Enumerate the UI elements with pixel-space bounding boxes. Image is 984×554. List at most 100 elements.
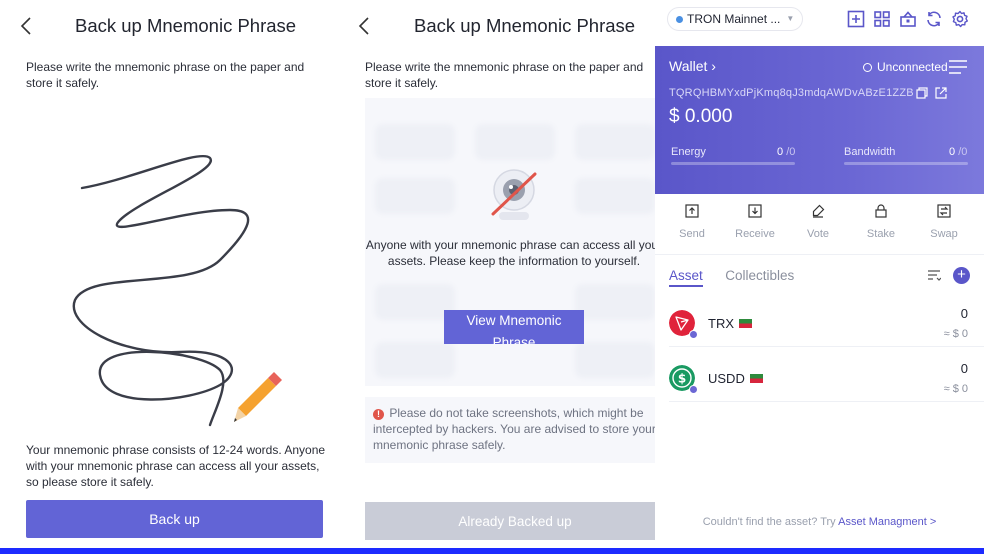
header: Back up Mnemonic Phrase	[344, 0, 655, 50]
send-icon	[685, 204, 699, 218]
swap-action[interactable]: Swap	[914, 204, 974, 242]
handwriting-pencil-illustration	[72, 154, 282, 427]
mnemonic-note: Your mnemonic phrase consists of 12-24 w…	[26, 443, 326, 489]
tab-collectibles[interactable]: Collectibles	[725, 268, 794, 283]
sort-filter-icon[interactable]	[927, 268, 941, 282]
chevron-left-icon	[358, 17, 369, 35]
stake-action[interactable]: Stake	[851, 204, 911, 242]
top-bar: TRON Mainnet ... ▼	[655, 0, 984, 46]
disconnected-icon	[863, 62, 872, 72]
total-balance: $ 0.000	[669, 106, 733, 127]
energy-bar	[671, 162, 795, 165]
bandwidth-label: Bandwidth	[844, 146, 896, 158]
footer-text: Couldn't find the asset? Try	[702, 516, 836, 528]
apps-grid-icon[interactable]	[873, 10, 891, 28]
add-square-icon[interactable]	[847, 10, 865, 28]
asset-row-usdd[interactable]: $ USDD 0 ≈ $ 0	[655, 359, 984, 413]
page-title: Back up Mnemonic Phrase	[75, 15, 297, 36]
back-up-button[interactable]: Back up	[26, 500, 323, 538]
swap-label: Swap	[930, 228, 958, 240]
external-link-icon[interactable]	[935, 87, 947, 99]
network-status-dot	[676, 15, 683, 23]
backup-intro-panel: Back up Mnemonic Phrase Please write the…	[0, 0, 344, 548]
flag-icon	[749, 374, 763, 383]
lock-icon[interactable]	[899, 10, 917, 28]
hidden-word	[575, 342, 655, 378]
wallet-card: Wallet › Unconnected TQRQHBMYxdPjKmq8qJ3…	[655, 46, 984, 194]
screenshot-notice: ! Please do not take screenshots, which …	[365, 397, 655, 463]
intro-text: Please write the mnemonic phrase on the …	[365, 60, 644, 90]
hidden-word	[575, 178, 655, 214]
bandwidth-bar	[844, 162, 968, 165]
hidden-word	[375, 124, 455, 160]
asset-tabs: Asset Collectibles	[669, 267, 812, 287]
divider	[669, 346, 984, 347]
verified-badge-icon	[689, 385, 698, 394]
asset-help-footer: Couldn't find the asset? Try Asset Manag…	[655, 516, 984, 528]
wallet-label: Wallet	[669, 58, 708, 74]
asset-amount: 0	[960, 361, 968, 376]
view-mnemonic-button[interactable]: View Mnemonic Phrase	[444, 310, 584, 344]
back-button[interactable]	[354, 15, 376, 37]
tab-asset[interactable]: Asset	[669, 268, 703, 287]
chevron-left-icon	[20, 17, 31, 35]
hidden-word	[575, 284, 655, 320]
energy-value: 0 /0	[777, 146, 796, 158]
caret-down-icon: ▼	[786, 14, 795, 23]
receive-label: Receive	[735, 228, 775, 240]
svg-text:$: $	[678, 372, 686, 386]
send-label: Send	[679, 228, 705, 240]
bottom-border	[0, 548, 984, 554]
quick-actions: Send Receive Vote Stake Swap	[655, 204, 984, 248]
hidden-word	[375, 342, 455, 378]
header: Back up Mnemonic Phrase	[0, 0, 344, 50]
divider	[669, 401, 984, 402]
swap-icon	[937, 204, 951, 218]
stake-label: Stake	[866, 228, 896, 240]
hidden-word	[575, 124, 655, 160]
asset-management-link[interactable]: Asset Managment >	[838, 516, 936, 528]
notice-text: Please do not take screenshots, which mi…	[373, 406, 655, 452]
bandwidth-value: 0 /0	[949, 146, 968, 158]
hidden-word	[375, 284, 455, 320]
vote-icon	[812, 204, 825, 218]
refresh-icon[interactable]	[925, 10, 943, 28]
asset-amount: 0	[960, 306, 968, 321]
divider	[655, 254, 984, 255]
send-action[interactable]: Send	[662, 204, 722, 242]
add-asset-icon[interactable]: +	[953, 267, 970, 284]
receive-icon	[748, 204, 762, 218]
wallet-home-panel: TRON Mainnet ... ▼ Wallet › Unconnected …	[655, 0, 984, 548]
asset-fiat-value: ≈ $ 0	[943, 383, 968, 395]
energy-label: Energy	[671, 146, 706, 158]
asset-fiat-value: ≈ $ 0	[943, 328, 968, 340]
asset-row-trx[interactable]: TRX 0 ≈ $ 0	[655, 304, 984, 358]
receive-action[interactable]: Receive	[725, 204, 785, 242]
hidden-word	[375, 178, 455, 214]
pencil-icon	[234, 372, 282, 422]
wallet-address: TQRQHBMYxdPjKmq8qJ3mdqAWDvABzE1ZZB	[669, 87, 914, 99]
network-selector[interactable]: TRON Mainnet ... ▼	[667, 7, 804, 31]
no-camera-icon	[491, 169, 537, 220]
hidden-word	[475, 124, 555, 160]
already-backed-up-button[interactable]: Already Backed up	[365, 502, 655, 540]
flag-icon	[739, 319, 752, 328]
network-name: TRON Mainnet ...	[687, 12, 781, 26]
settings-gear-icon[interactable]	[951, 10, 969, 28]
status-text: Unconnected	[877, 60, 948, 74]
menu-icon[interactable]	[949, 60, 967, 74]
verified-badge-icon	[689, 330, 698, 339]
page-title: Back up Mnemonic Phrase	[414, 15, 636, 36]
asset-symbol: TRX	[708, 316, 752, 331]
chevron-right-icon: ›	[711, 58, 716, 74]
wallet-name-link[interactable]: Wallet ›	[669, 58, 716, 74]
intro-text: Please write the mnemonic phrase on the …	[26, 60, 305, 90]
privacy-warning: Anyone with your mnemonic phrase can acc…	[365, 238, 655, 268]
copy-icon[interactable]	[916, 87, 928, 99]
view-mnemonic-panel: Back up Mnemonic Phrase Please write the…	[344, 0, 655, 548]
back-button[interactable]	[16, 15, 38, 37]
vote-action[interactable]: Vote	[788, 204, 848, 242]
connection-status[interactable]: Unconnected	[863, 60, 948, 74]
stake-lock-icon	[875, 204, 887, 218]
vote-label: Vote	[806, 228, 830, 240]
